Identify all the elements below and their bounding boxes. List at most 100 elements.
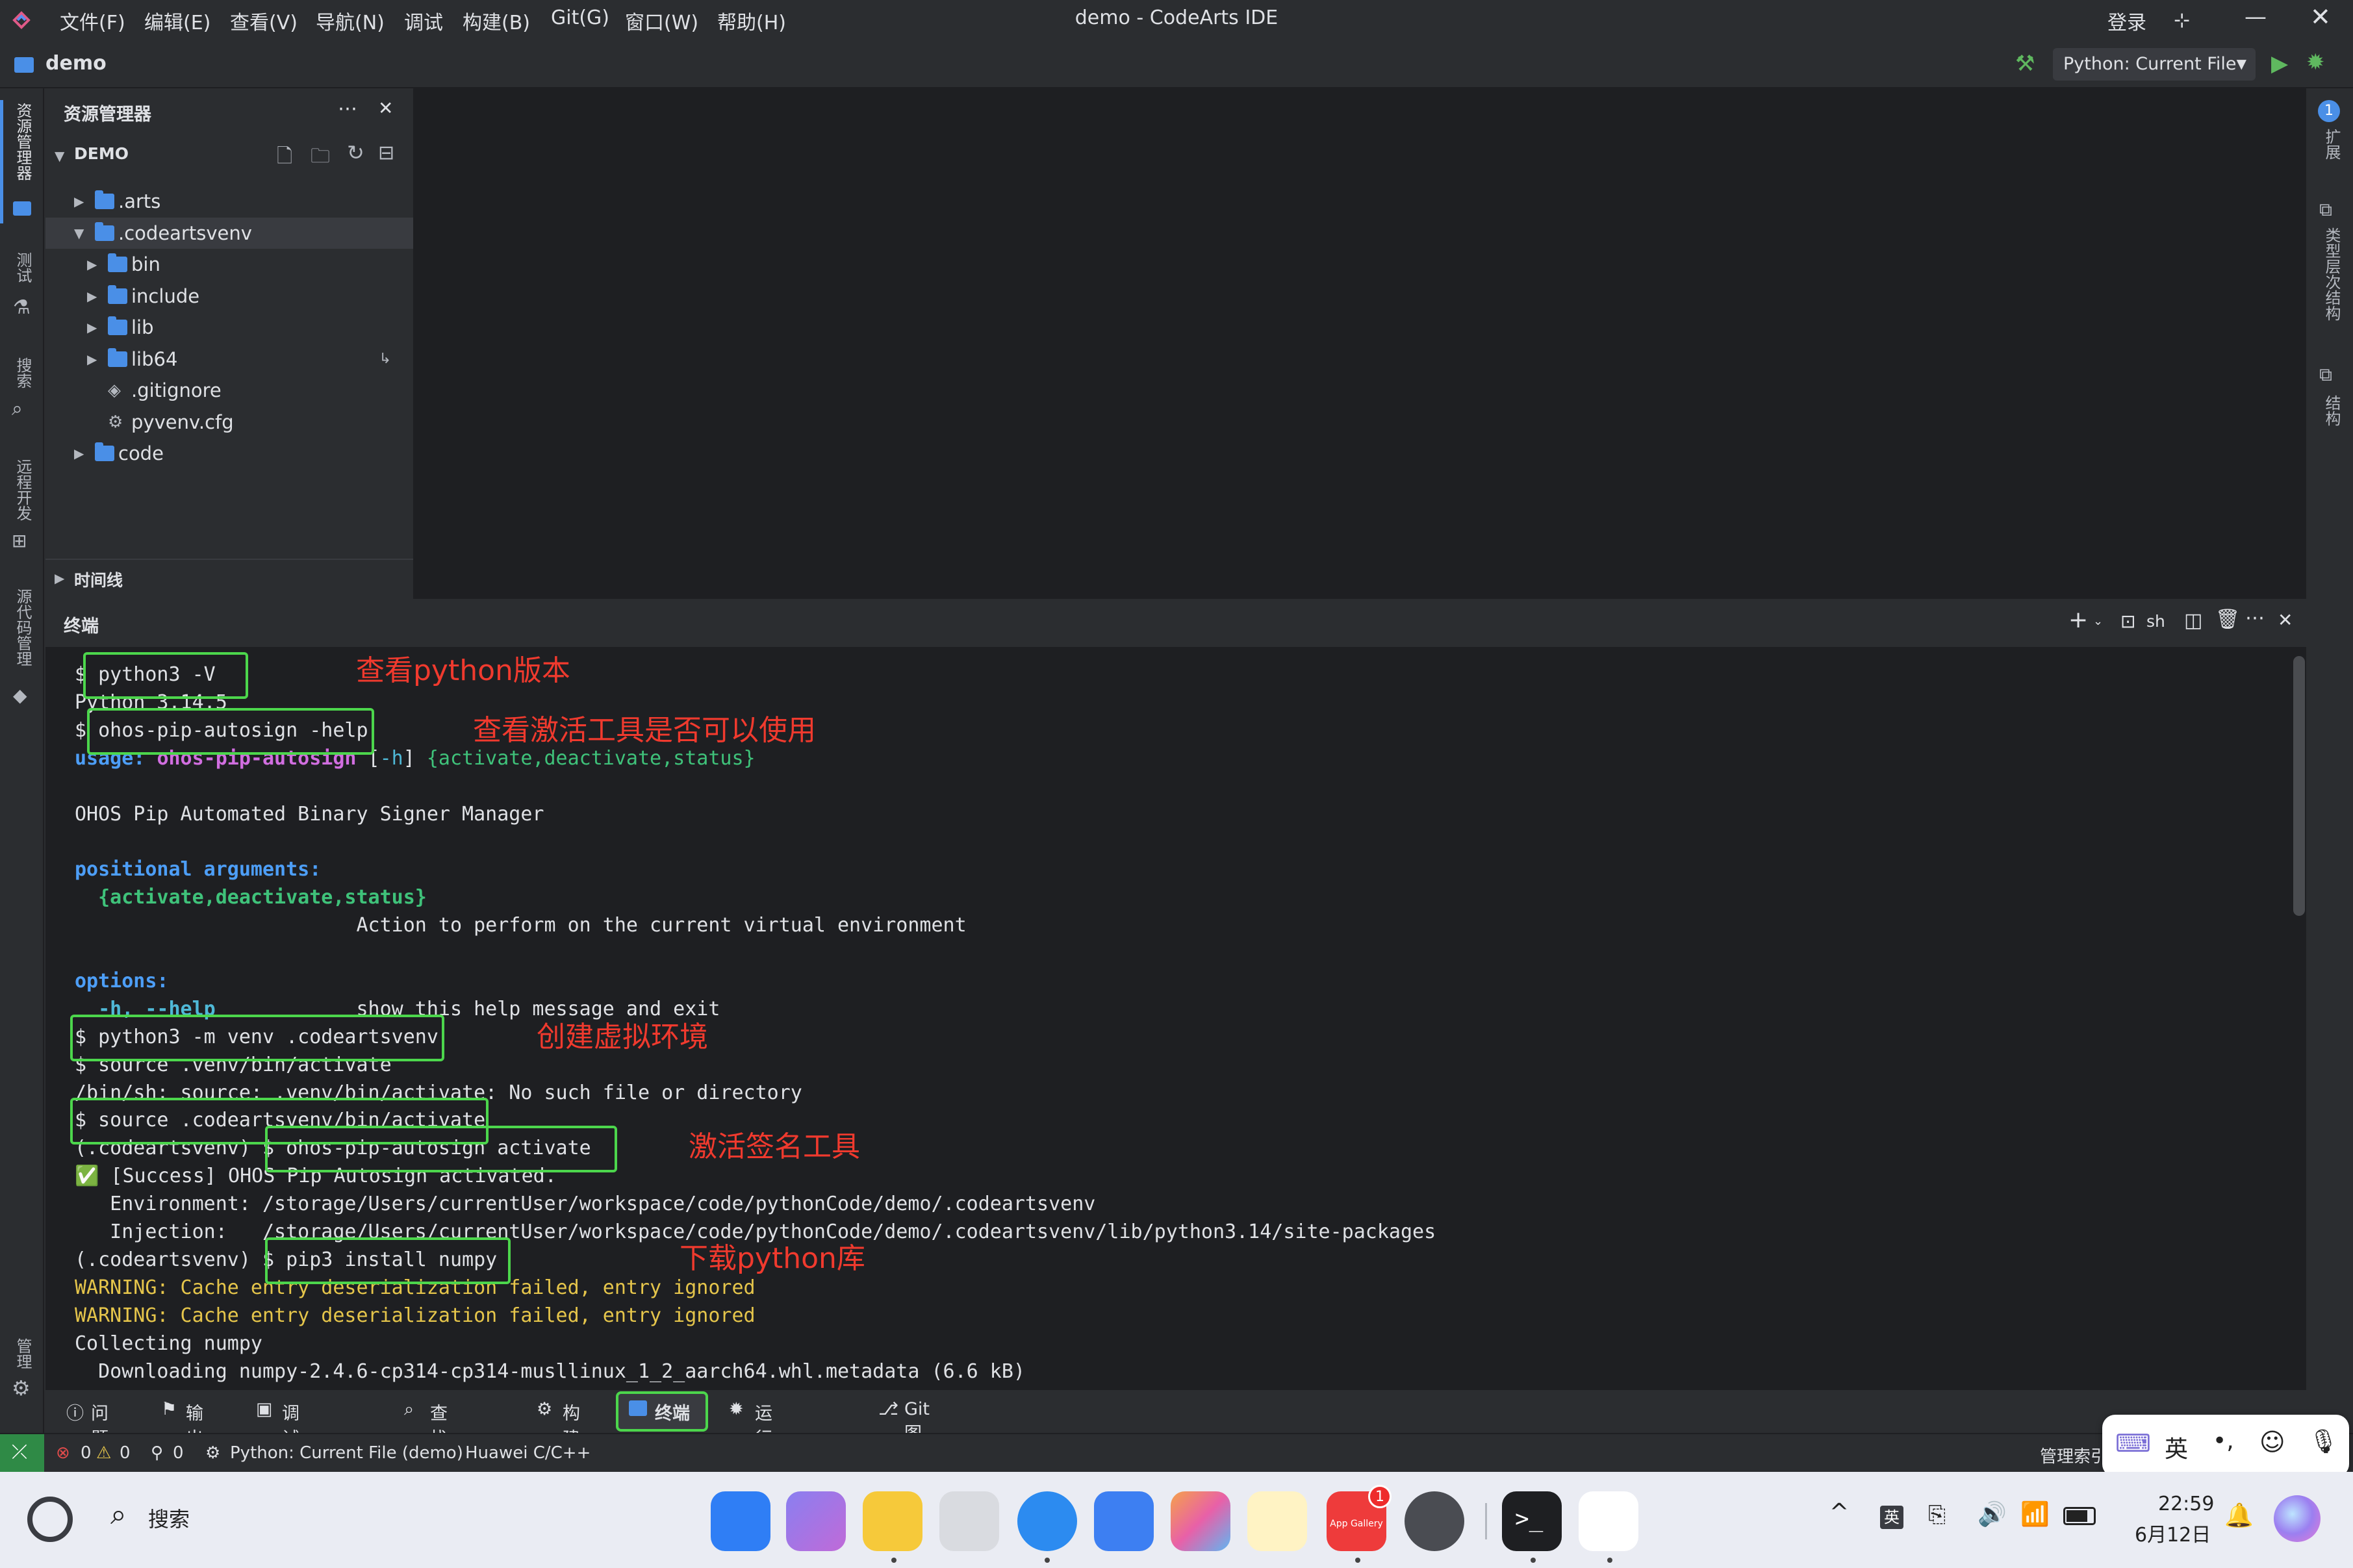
chevron-right-icon[interactable]: ▶	[87, 249, 97, 280]
layout-icon[interactable]: ⊹	[2174, 9, 2190, 32]
settings-icon[interactable]	[1405, 1491, 1464, 1551]
ime-mode[interactable]: 英	[2165, 1430, 2188, 1464]
trash-icon[interactable]	[939, 1491, 999, 1551]
new-folder-icon[interactable]: 🗀	[311, 142, 330, 175]
volume-icon[interactable]: 🔊	[1978, 1500, 2007, 1528]
language-status[interactable]: Huawei C/C++	[465, 1443, 591, 1463]
tree-item[interactable]: ▶ code	[45, 438, 413, 469]
gear-icon[interactable]: ⚙	[12, 1376, 31, 1400]
chevron-right-icon[interactable]: ▶	[87, 281, 97, 312]
add-terminal-icon[interactable]: +	[2068, 607, 2088, 633]
close-icon[interactable]: ✕	[378, 97, 393, 119]
more-icon[interactable]: ⋯	[338, 97, 357, 120]
ime-indicator[interactable]: 英	[1880, 1506, 1903, 1529]
login-button[interactable]: 登录	[2107, 6, 2146, 35]
timeline-section[interactable]: ▶ 时间线	[45, 559, 413, 598]
split-icon[interactable]: ◫	[2184, 609, 2202, 632]
emoji-icon[interactable]: ☺	[2259, 1428, 2285, 1456]
chevron-up-icon[interactable]: ^	[1829, 1499, 1849, 1526]
terminal-scrollbar[interactable]	[2293, 656, 2305, 916]
assistant-orb-icon[interactable]	[2274, 1495, 2321, 1542]
terminal-shell-label[interactable]: sh	[2146, 612, 2165, 631]
close-panel-icon[interactable]: ✕	[2278, 609, 2293, 631]
more-icon[interactable]: ⋯	[2245, 607, 2265, 629]
punctuation-icon[interactable]: •,	[2213, 1428, 2234, 1454]
activity-structure[interactable]: 结构	[2321, 395, 2343, 426]
chevron-down-icon[interactable]: ▼	[74, 218, 84, 249]
section-chevron-icon[interactable]: ▼	[55, 148, 64, 164]
ports-icon[interactable]: ⚲	[151, 1443, 163, 1463]
gear-icon: ⚙	[108, 412, 123, 432]
battery-icon[interactable]	[2063, 1507, 2096, 1525]
tree-item-label: .codeartsvenv	[118, 221, 252, 244]
run-config-select[interactable]: Python: Current File ▼	[2053, 48, 2256, 81]
microphone-icon[interactable]: 🎙	[2309, 1428, 2339, 1455]
symlink-icon: ↳	[379, 350, 391, 367]
chevron-right-icon[interactable]: ▶	[74, 186, 84, 217]
tree-item[interactable]: ◈ .gitignore	[45, 375, 413, 406]
collapse-icon[interactable]: ⊟	[378, 142, 394, 164]
chevron-right-icon[interactable]: ▶	[74, 438, 84, 469]
search-icon[interactable]: ⌕	[110, 1498, 127, 1531]
refresh-icon[interactable]: ↻	[347, 140, 364, 165]
tree-item[interactable]: ▶ lib	[45, 312, 413, 343]
run-play-icon[interactable]: ▶	[2271, 51, 2288, 77]
new-file-icon[interactable]: 🗋	[277, 142, 292, 175]
project-name[interactable]: demo	[45, 52, 107, 75]
keyboard-icon[interactable]: ⌨	[2115, 1429, 2151, 1458]
mail-icon[interactable]	[1094, 1491, 1154, 1551]
tree-item[interactable]: ⚙ pyvenv.cfg	[45, 407, 413, 438]
start-circle-icon[interactable]	[27, 1497, 73, 1542]
close-window-button[interactable]: ✕	[2310, 3, 2331, 31]
tree-item[interactable]: ▶ .arts	[45, 186, 413, 217]
build-hammer-icon[interactable]: ⚒	[2015, 51, 2035, 77]
minimize-button[interactable]: —	[2245, 4, 2267, 30]
debug-bug-icon[interactable]: ✹	[2306, 49, 2325, 75]
warning-count[interactable]: 0	[120, 1443, 131, 1463]
terminal-app-icon[interactable]: >_	[1502, 1491, 1562, 1551]
clipboard-icon[interactable]: ⎘	[1928, 1502, 1946, 1528]
clock-date[interactable]: 6月12日	[2135, 1519, 2211, 1547]
error-count[interactable]: 0	[81, 1443, 92, 1463]
tab-terminal[interactable]: 终端	[616, 1391, 708, 1432]
notes-icon[interactable]	[1247, 1491, 1307, 1551]
terminal-line: Action to perform on the current virtual…	[75, 914, 967, 937]
tree-item[interactable]: ▶ bin	[45, 249, 413, 280]
warning-icon[interactable]: ⚠	[96, 1443, 111, 1463]
wifi-icon[interactable]: 📶	[2020, 1500, 2050, 1528]
activity-explorer[interactable]: 资源管理器	[12, 103, 34, 181]
run-config-status[interactable]: Python: Current File (demo)	[230, 1443, 463, 1463]
chevron-right-icon[interactable]: ▶	[87, 312, 97, 343]
tree-item[interactable]: ▼ .codeartsvenv	[45, 217, 413, 249]
codearts-icon[interactable]	[1579, 1491, 1638, 1551]
editor-area[interactable]	[413, 88, 2306, 599]
photos-icon[interactable]	[1171, 1491, 1230, 1551]
activity-manage[interactable]: 管理	[12, 1338, 34, 1369]
index-status[interactable]: 管理索引	[2040, 1443, 2107, 1467]
app-center-icon[interactable]	[711, 1491, 770, 1551]
running-indicator	[1355, 1558, 1360, 1563]
activity-search[interactable]: 搜索	[12, 357, 34, 388]
multitask-icon[interactable]	[786, 1491, 846, 1551]
ports-count[interactable]: 0	[173, 1443, 184, 1463]
chevron-right-icon[interactable]: ▶	[87, 344, 97, 375]
taskbar-search-label[interactable]: 搜索	[148, 1503, 190, 1533]
remote-button[interactable]: ⤫	[0, 1434, 44, 1472]
chevron-down-icon[interactable]: ⌄	[2093, 614, 2103, 628]
activity-remote[interactable]: 远程开发	[12, 459, 34, 521]
section-title[interactable]: DEMO	[74, 144, 129, 163]
activity-extensions[interactable]: 扩展	[2321, 129, 2343, 160]
activity-test[interactable]: 测试	[12, 252, 34, 283]
run-config-icon[interactable]: ⚙	[205, 1443, 220, 1463]
tree-item[interactable]: ▶ include	[45, 281, 413, 312]
activity-scm[interactable]: 源代码管理	[12, 588, 34, 666]
bell-icon[interactable]: 🔔	[2224, 1502, 2254, 1529]
clock-time[interactable]: 22:59	[2158, 1493, 2214, 1515]
browser-icon[interactable]	[1017, 1491, 1077, 1551]
terminal-shell-icon[interactable]: ⊡	[2120, 611, 2135, 632]
error-icon[interactable]: ⊗	[56, 1443, 70, 1463]
trash-icon[interactable]: 🗑	[2215, 608, 2240, 631]
files-icon[interactable]	[863, 1491, 922, 1551]
tree-item[interactable]: ▶ lib64 ↳	[45, 344, 413, 375]
activity-type-hierarchy[interactable]: 类型层次结构	[2321, 227, 2343, 321]
